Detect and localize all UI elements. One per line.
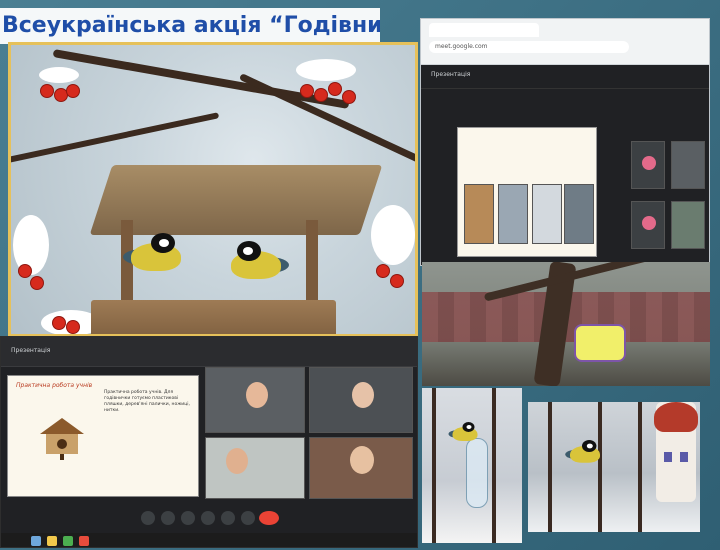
app-icon[interactable] bbox=[79, 536, 89, 546]
explorer-icon[interactable] bbox=[47, 536, 57, 546]
tree bbox=[492, 388, 496, 543]
berry bbox=[41, 85, 53, 97]
address-bar: meet.google.com bbox=[429, 41, 629, 53]
bottle-feeder bbox=[574, 324, 626, 362]
present-button[interactable] bbox=[221, 511, 235, 525]
slide-photo bbox=[464, 184, 494, 244]
snow-photo-right bbox=[528, 402, 700, 532]
feeder-base bbox=[91, 300, 336, 334]
bird-icon bbox=[448, 422, 483, 442]
photo-collage: Всеукраїнська акція “Годівничка” bbox=[0, 0, 720, 550]
meeting-screenshot-bottom: Презентація Практична робота учнів Практ… bbox=[0, 336, 418, 548]
berry bbox=[67, 321, 79, 333]
window bbox=[680, 452, 688, 462]
avatar bbox=[352, 382, 374, 408]
meeting-header-text: Презентація bbox=[431, 71, 471, 78]
camera-button[interactable] bbox=[161, 511, 175, 525]
participant-tile bbox=[205, 367, 305, 433]
participant-tile bbox=[309, 437, 413, 499]
berry bbox=[329, 83, 341, 95]
tree-feeder-photo bbox=[422, 262, 710, 386]
berry bbox=[377, 265, 389, 277]
slide-photo bbox=[498, 184, 528, 244]
bird-icon bbox=[564, 440, 606, 464]
bottle-feeder bbox=[466, 438, 488, 508]
feeder-post bbox=[306, 220, 318, 310]
avatar bbox=[246, 382, 268, 408]
berry bbox=[391, 275, 403, 287]
captions-button[interactable] bbox=[181, 511, 195, 525]
meeting-body bbox=[421, 89, 709, 265]
house-roof bbox=[654, 402, 698, 432]
tree bbox=[638, 402, 642, 532]
berry bbox=[315, 89, 327, 101]
slide-photo bbox=[564, 184, 594, 244]
presentation-slide bbox=[457, 127, 597, 257]
berry bbox=[301, 85, 313, 97]
snow bbox=[13, 215, 49, 275]
end-call-button[interactable] bbox=[259, 511, 279, 525]
window bbox=[664, 452, 672, 462]
mic-button[interactable] bbox=[141, 511, 155, 525]
avatar bbox=[350, 446, 374, 474]
presentation-slide: Практична робота учнів Практична робота … bbox=[7, 375, 199, 497]
snow bbox=[39, 67, 79, 83]
snow bbox=[371, 205, 415, 265]
participant-tile bbox=[631, 141, 665, 189]
birdhouse-icon bbox=[40, 418, 84, 460]
bird-icon bbox=[221, 241, 291, 281]
bird-icon bbox=[121, 233, 191, 273]
slide-text: Практична робота учнів. Для годівнички г… bbox=[104, 390, 190, 413]
avatar bbox=[642, 216, 656, 230]
more-options-button[interactable] bbox=[241, 511, 255, 525]
avatar bbox=[226, 448, 248, 474]
avatar bbox=[642, 156, 656, 170]
page-title: Всеукраїнська акція “Годівничка” bbox=[0, 8, 380, 44]
start-icon[interactable] bbox=[31, 536, 41, 546]
meeting-screenshot-top: meet.google.com Презентація bbox=[420, 18, 710, 266]
participant-tile bbox=[205, 437, 305, 499]
browser-toolbar: meet.google.com bbox=[421, 19, 709, 65]
participant-tile bbox=[671, 141, 705, 189]
raise-hand-button[interactable] bbox=[201, 511, 215, 525]
feeder-roof bbox=[89, 165, 383, 235]
meeting-header: Презентація bbox=[1, 337, 417, 367]
slide-title: Практична робота учнів bbox=[16, 382, 93, 389]
participant-tile bbox=[309, 367, 413, 433]
slide-photo bbox=[532, 184, 562, 244]
tree bbox=[548, 402, 552, 532]
branch bbox=[52, 49, 350, 109]
meeting-toolbar bbox=[1, 503, 417, 533]
browser-tab bbox=[429, 23, 539, 37]
berry bbox=[67, 85, 79, 97]
berry bbox=[55, 89, 67, 101]
snow bbox=[296, 59, 356, 81]
berry bbox=[53, 317, 65, 329]
participant-tile bbox=[631, 201, 665, 249]
tree bbox=[598, 402, 602, 532]
branch bbox=[11, 112, 220, 164]
tree bbox=[432, 388, 436, 543]
meeting-header: Презентація bbox=[421, 65, 709, 89]
feeder-photo bbox=[8, 42, 418, 337]
berry bbox=[343, 91, 355, 103]
taskbar bbox=[1, 533, 417, 547]
berry bbox=[19, 265, 31, 277]
snow-photo-left bbox=[422, 388, 522, 543]
browser-icon[interactable] bbox=[63, 536, 73, 546]
participant-tile bbox=[671, 201, 705, 249]
meeting-header-text: Презентація bbox=[11, 347, 51, 354]
berry bbox=[31, 277, 43, 289]
